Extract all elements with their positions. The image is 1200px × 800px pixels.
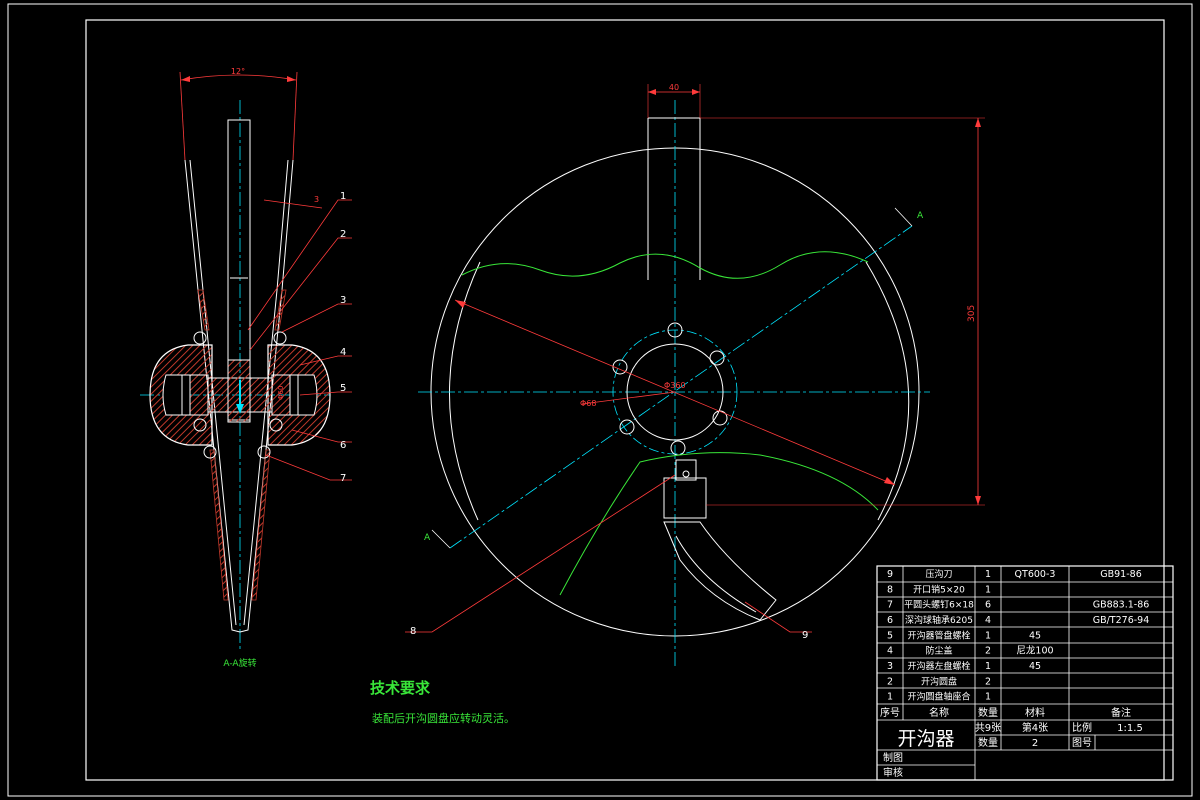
notes-title: 技术要求 bbox=[370, 679, 431, 697]
bom-cell-remark: GB91-86 bbox=[1100, 569, 1141, 580]
bom-cell-name: 开口销5×20 bbox=[913, 583, 965, 595]
bom-cell-qty: 4 bbox=[985, 615, 991, 626]
arm bbox=[647, 117, 701, 280]
cad-drawing: 12° 3 Φ60 A-A旋转 1 2 3 4 5 6 7 Φ360 Φ68 4… bbox=[7, 3, 1193, 797]
title-scale-label: 比例 bbox=[1072, 721, 1092, 734]
bom-cell-material: 尼龙100 bbox=[1016, 645, 1053, 657]
dim-height: 305 bbox=[967, 305, 977, 322]
dim-inner-dia: Φ68 bbox=[580, 399, 596, 408]
bom-cell-name: 开沟圆盘 bbox=[921, 675, 957, 687]
callout-5: 5 bbox=[340, 383, 346, 394]
front-view: Φ360 Φ68 40 305 A A 8 9 bbox=[405, 83, 985, 668]
bom-cell-material: 45 bbox=[1029, 661, 1041, 672]
section-view: 12° 3 Φ60 A-A旋转 1 2 3 4 5 6 7 bbox=[140, 67, 352, 669]
title-sheet-no: 第4张 bbox=[1022, 721, 1048, 734]
bom-cell-no: 6 bbox=[887, 615, 893, 626]
bom-header-no: 序号 bbox=[880, 706, 900, 719]
dim-hub-dia: Φ60 bbox=[277, 386, 285, 400]
bom-cell-qty: 1 bbox=[985, 661, 991, 672]
section-mark-a-bottom: A bbox=[424, 533, 431, 543]
bom-cell-qty: 2 bbox=[985, 646, 991, 657]
bom-cell-material: QT600-3 bbox=[1015, 569, 1056, 580]
bom-cell-name: 压沟刀 bbox=[925, 568, 952, 580]
callout-4: 4 bbox=[340, 347, 346, 358]
press-knife bbox=[663, 521, 777, 621]
callout-2: 2 bbox=[340, 229, 346, 240]
dim-hub-width: 40 bbox=[669, 83, 679, 92]
bom-cell-name: 防尘盖 bbox=[925, 645, 952, 657]
title-drawn-label: 制图 bbox=[883, 751, 903, 764]
bom-cell-no: 2 bbox=[887, 676, 893, 687]
title-qty-label: 数量 bbox=[978, 736, 998, 749]
bom-cell-qty: 1 bbox=[985, 630, 991, 641]
soil-line-lower bbox=[559, 452, 879, 596]
bom-cell-name: 深沟球轴承6205 bbox=[905, 614, 973, 626]
bom-cell-qty: 2 bbox=[985, 676, 991, 687]
bom-cell-no: 9 bbox=[887, 569, 893, 580]
bom-header-qty: 数量 bbox=[978, 706, 998, 719]
dim-angle: 12° bbox=[231, 67, 245, 76]
section-mark-a-top: A bbox=[917, 211, 924, 221]
title-checked-label: 审核 bbox=[883, 766, 903, 779]
bom-cell-name: 开沟器管盘螺栓 bbox=[907, 629, 970, 641]
bom-cell-name: 平圆头螺钉6×18 bbox=[904, 600, 974, 611]
bom-rows: 9 压沟刀 1 QT600-3 GB91-86 8 开口销5×20 1 7 平圆头螺钉6×18 6 G… bbox=[887, 568, 1149, 703]
section-label: A-A旋转 bbox=[223, 657, 256, 669]
bracket bbox=[663, 477, 707, 519]
bom-cell-qty: 6 bbox=[985, 600, 991, 611]
notes-line-1: 装配后开沟圆盘应转动灵活。 bbox=[372, 711, 515, 725]
callout-3: 3 bbox=[340, 295, 346, 306]
callout-6: 6 bbox=[340, 440, 346, 451]
bom-header-material: 材料 bbox=[1025, 706, 1045, 719]
bom-cell-no: 8 bbox=[887, 584, 893, 595]
dim-outer-dia: Φ360 bbox=[664, 381, 686, 390]
title-drawing-no-label: 图号 bbox=[1072, 737, 1092, 749]
screw bbox=[193, 331, 207, 345]
bom-cell-qty: 1 bbox=[985, 569, 991, 580]
bom-cell-no: 1 bbox=[887, 692, 893, 703]
callout-9: 9 bbox=[802, 630, 808, 641]
callout-7: 7 bbox=[340, 473, 346, 484]
bom-cell-no: 4 bbox=[887, 646, 893, 657]
bom-header-name: 名称 bbox=[929, 706, 949, 719]
bom-cell-no: 7 bbox=[887, 600, 893, 611]
callout-8: 8 bbox=[410, 626, 416, 637]
dim-thickness: 3 bbox=[314, 195, 319, 204]
callout-1: 1 bbox=[340, 191, 346, 202]
bom-cell-material: 45 bbox=[1029, 630, 1041, 641]
title-sheets: 共9张 bbox=[975, 722, 1001, 734]
bom-cell-qty: 1 bbox=[985, 692, 991, 703]
bom-cell-no: 3 bbox=[887, 661, 893, 672]
bom-cell-qty: 1 bbox=[985, 584, 991, 595]
bom-cell-name: 开沟器左盘螺栓 bbox=[907, 660, 970, 672]
bom-cell-no: 5 bbox=[887, 630, 893, 641]
title-qty: 2 bbox=[1032, 738, 1038, 749]
title-scale: 1:1.5 bbox=[1117, 723, 1143, 734]
bom-cell-remark: GB/T276-94 bbox=[1093, 615, 1150, 626]
title-name: 开沟器 bbox=[897, 728, 954, 750]
bom-cell-remark: GB883.1-86 bbox=[1093, 600, 1150, 611]
bom-cell-name: 开沟圆盘轴座合 bbox=[907, 691, 970, 703]
bom-header-remark: 备注 bbox=[1111, 706, 1131, 719]
soil-line-upper bbox=[461, 251, 869, 279]
